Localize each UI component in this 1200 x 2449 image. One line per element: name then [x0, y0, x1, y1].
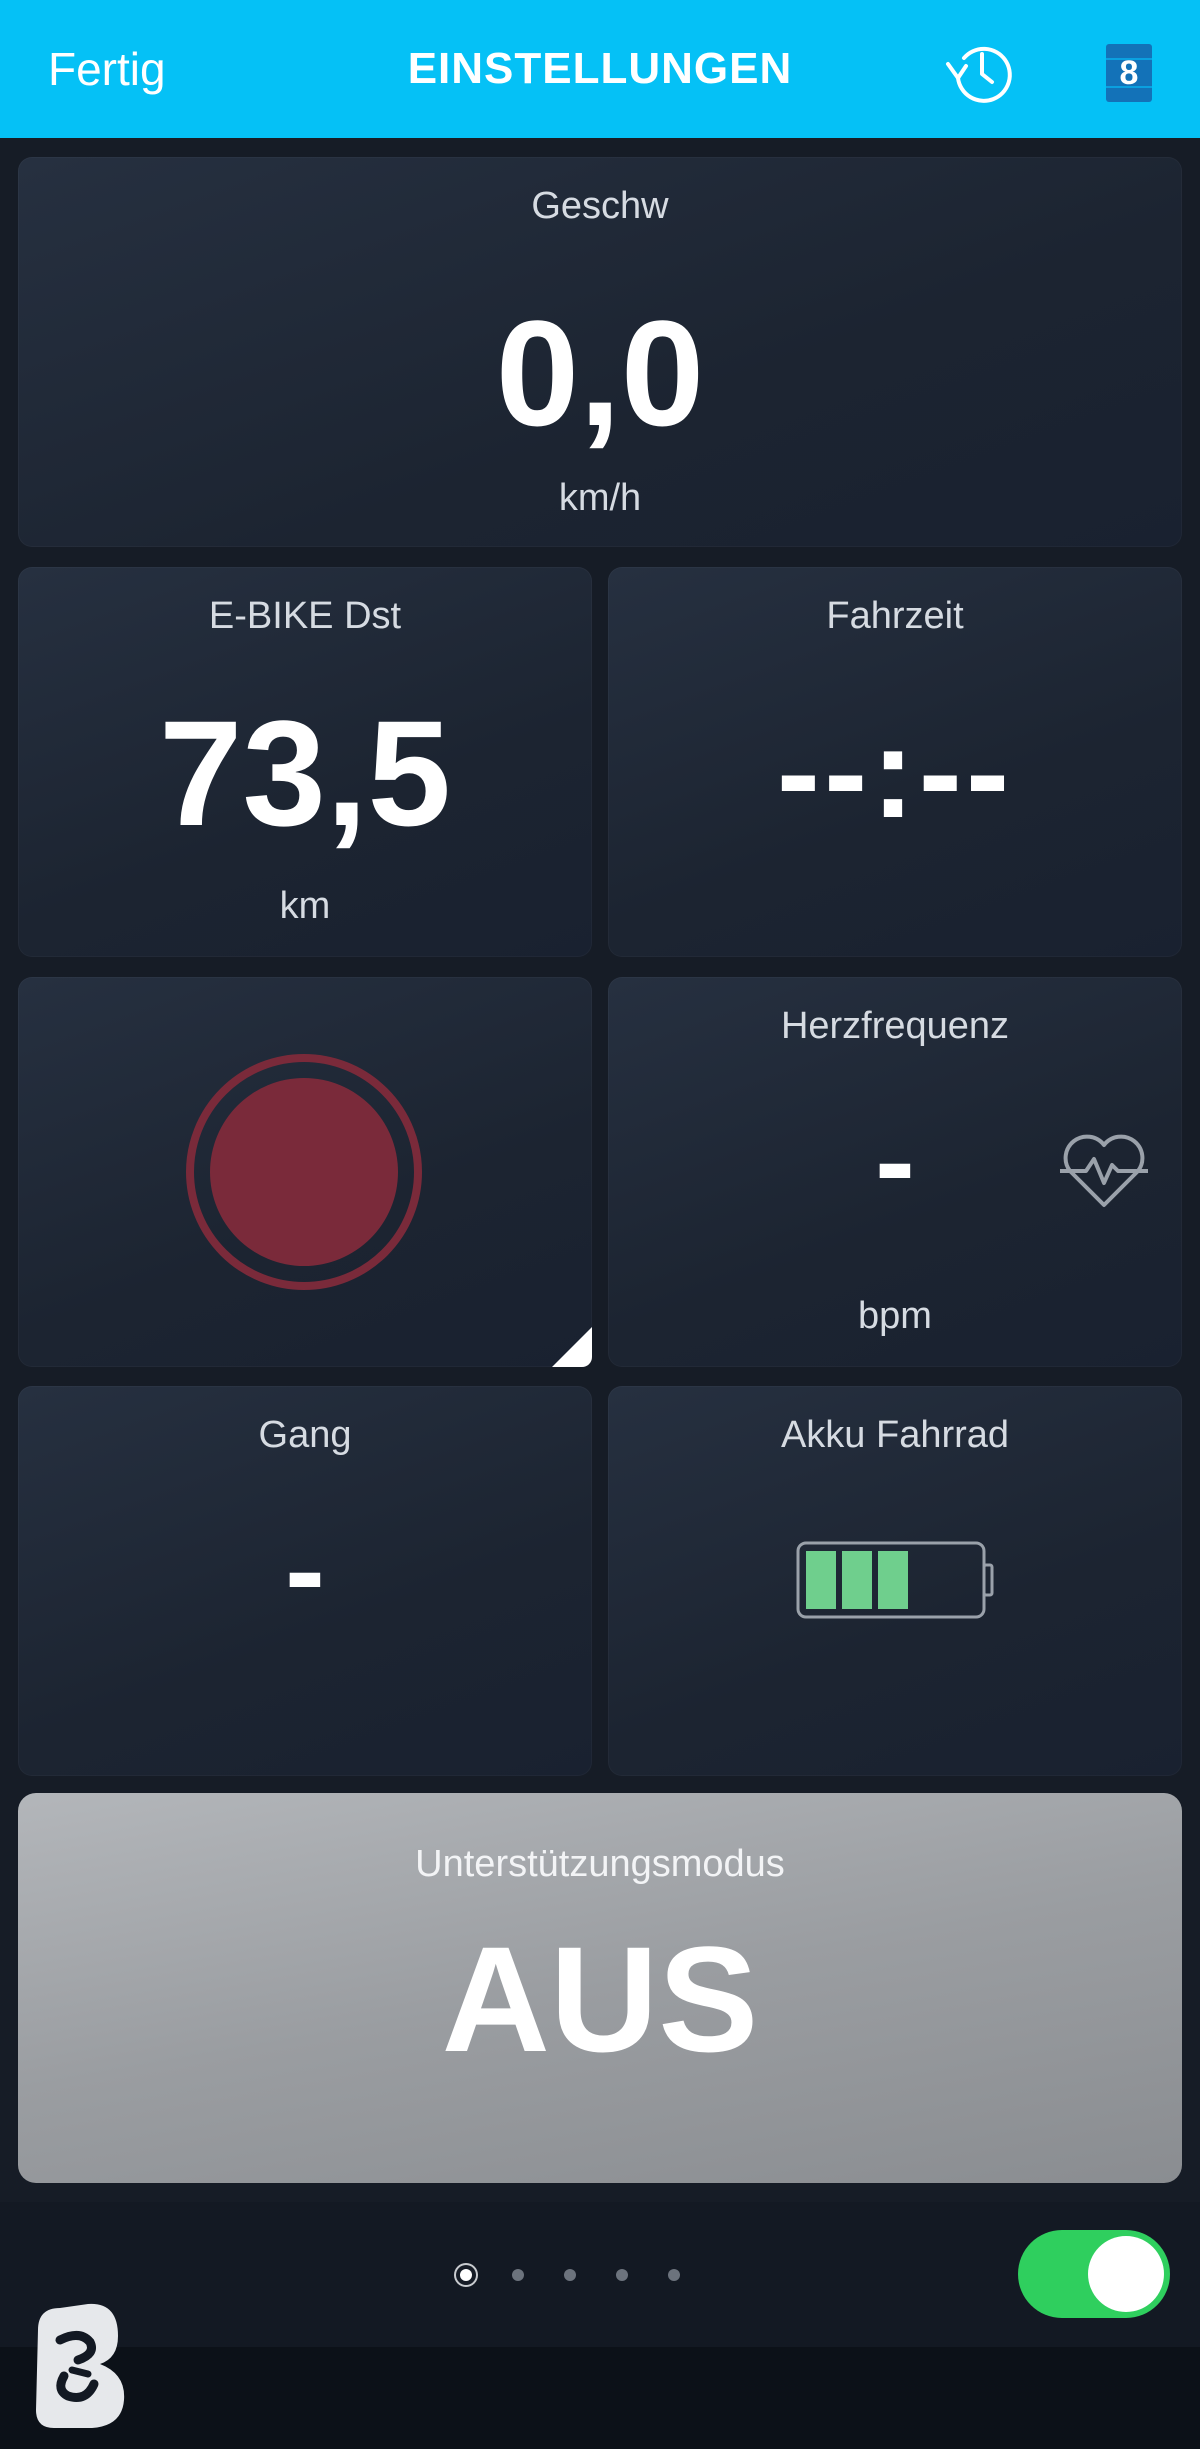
distance-unit: km — [279, 885, 331, 927]
page-number: 8 — [1119, 53, 1139, 92]
assist-mode-tile[interactable]: Unterstützungsmodus AUS — [18, 1793, 1182, 2183]
heart-pulse-icon — [1056, 1129, 1152, 1213]
system-nav-bar — [0, 2347, 1200, 2449]
page-title: EINSTELLUNGEN — [407, 44, 793, 93]
heart-rate-label: Herzfrequenz — [780, 1005, 1010, 1047]
assist-mode-label: Unterstützungsmodus — [415, 1843, 785, 1885]
battery-icon — [796, 1541, 996, 1621]
battery-tile[interactable]: Akku Fahrrad — [608, 1386, 1182, 1776]
page-indicator — [460, 2265, 680, 2285]
tile-corner-marker — [552, 1327, 592, 1367]
display-toggle[interactable] — [1018, 2230, 1170, 2318]
page-dot-2[interactable] — [512, 2269, 524, 2281]
assist-mode-value: AUS — [441, 1915, 759, 2083]
record-button-icon[interactable] — [184, 1052, 424, 1292]
page-dot-3[interactable] — [564, 2269, 576, 2281]
speed-unit: km/h — [558, 477, 642, 519]
page-dot-1[interactable] — [460, 2269, 472, 2281]
toggle-knob — [1088, 2236, 1164, 2312]
page-dot-5[interactable] — [668, 2269, 680, 2281]
gear-value: - — [285, 1503, 325, 1637]
distance-value: 73,5 — [159, 689, 451, 857]
ride-time-value: --:-- — [776, 699, 1014, 845]
page-dot-4[interactable] — [616, 2269, 628, 2281]
heart-rate-tile[interactable]: Herzfrequenz - bpm — [608, 977, 1182, 1367]
battery-label: Akku Fahrrad — [780, 1414, 1010, 1456]
distance-label: E-BIKE Dst — [208, 595, 402, 637]
distance-tile[interactable]: E-BIKE Dst 73,5 km — [18, 567, 592, 957]
record-tile[interactable] — [18, 977, 592, 1367]
gear-tile[interactable]: Gang - — [18, 1386, 592, 1776]
speed-value: 0,0 — [495, 289, 705, 457]
done-button[interactable]: Fertig — [48, 42, 166, 96]
ride-time-label: Fahrzeit — [826, 595, 964, 637]
top-bar: Fertig EINSTELLUNGEN 8 — [0, 0, 1200, 138]
gear-label: Gang — [258, 1414, 352, 1456]
speed-tile[interactable]: Geschw 0,0 km/h — [18, 157, 1182, 547]
ride-time-tile[interactable]: Fahrzeit --:-- — [608, 567, 1182, 957]
history-clock-icon[interactable] — [944, 38, 1018, 106]
speed-label: Geschw — [531, 185, 669, 227]
page-badge[interactable]: 8 — [1106, 44, 1152, 102]
heart-rate-unit: bpm — [858, 1295, 932, 1337]
app-logo-icon — [30, 2300, 130, 2430]
